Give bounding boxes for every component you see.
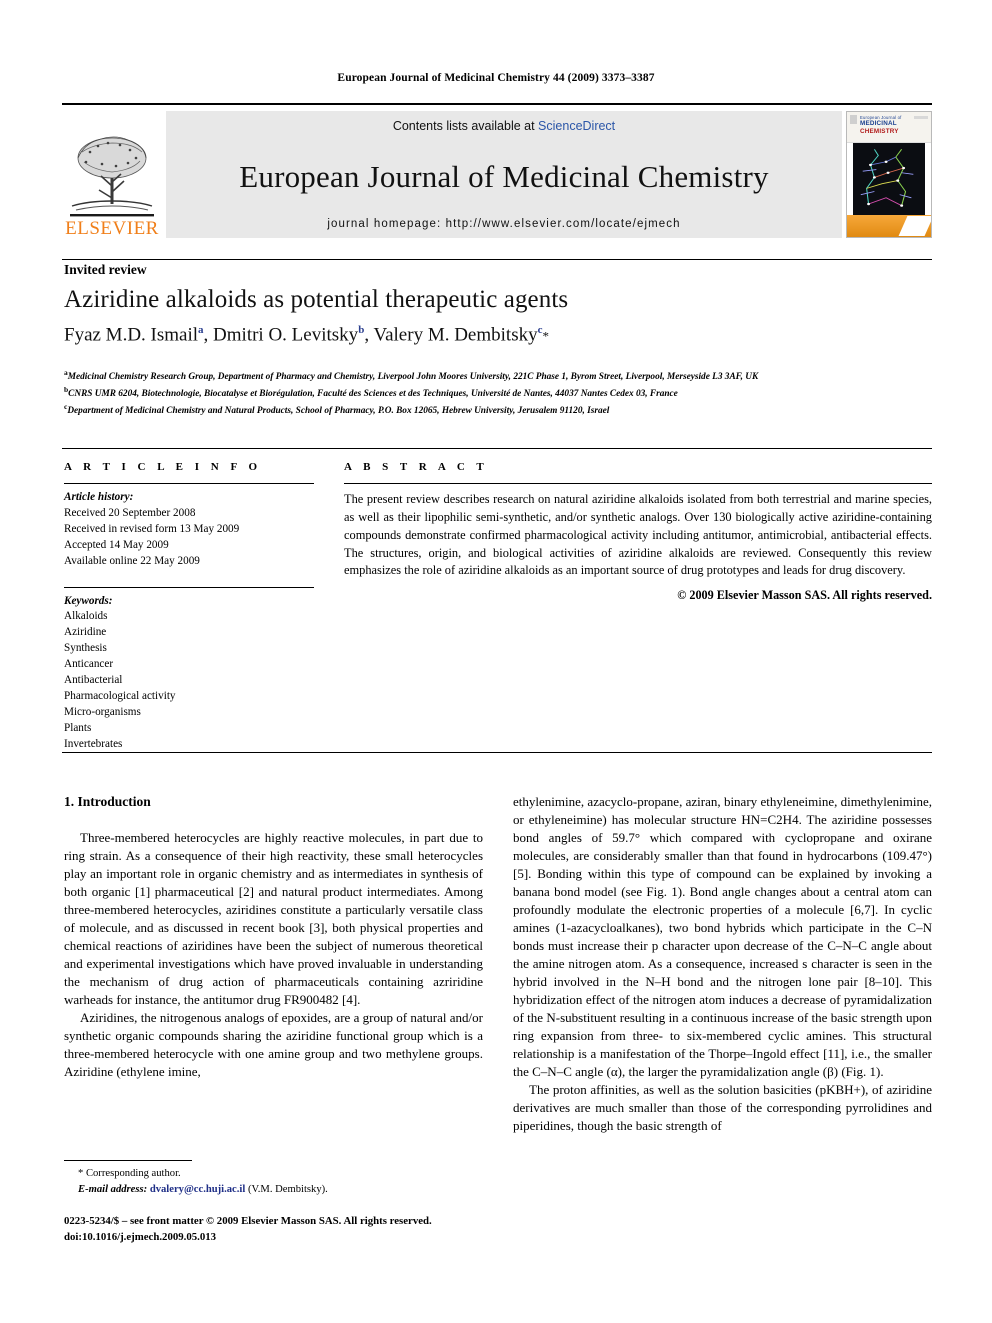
doi-line[interactable]: doi:10.1016/j.ejmech.2009.05.013: [64, 1229, 524, 1245]
journal-cover-thumbnail[interactable]: European Journal of MEDICINAL CHEMISTRY: [846, 111, 932, 238]
keyword-item[interactable]: Aziridine: [64, 625, 314, 641]
article-type-label: Invited review: [64, 262, 147, 277]
header-divider: [62, 259, 932, 260]
cover-corner-mark-icon: [850, 115, 857, 124]
email-address-label: E-mail address:: [78, 1183, 148, 1195]
cover-line-1: European Journal of: [860, 115, 902, 120]
author-affil-marker-2: b: [358, 324, 365, 336]
corresponding-author-marker: *: [542, 328, 550, 344]
keywords-label: Keywords:: [64, 594, 113, 607]
masthead-center-panel: Contents lists available at ScienceDirec…: [166, 111, 842, 238]
cover-bottom-band: [847, 215, 931, 237]
paragraph: ethylenimine, azacyclo-propane, aziran, …: [513, 794, 932, 1079]
article-history-label: Article history:: [64, 491, 134, 503]
author-name-3[interactable]: Valery M. Dembitsky: [373, 324, 537, 345]
corresponding-author-note: * Corresponding author.: [78, 1168, 181, 1179]
journal-masthead: ELSEVIER Contents lists available at Sci…: [62, 103, 932, 238]
cover-title-text: European Journal of MEDICINAL CHEMISTRY: [860, 115, 902, 136]
cover-barcode-icon: [914, 116, 928, 119]
keyword-item[interactable]: Alkaloids: [64, 609, 314, 625]
abstract-column: A B S T R A C T The present review descr…: [344, 461, 932, 603]
keyword-item[interactable]: Micro-organisms: [64, 705, 314, 721]
footnote-block: * Corresponding author. E-mail address: …: [66, 1166, 486, 1197]
elsevier-wordmark: ELSEVIER: [65, 218, 159, 239]
article-info-heading-divider: [64, 483, 314, 484]
info-block-top-divider: [62, 448, 932, 449]
footnote-divider: [64, 1160, 192, 1161]
abstract-copyright: © 2009 Elsevier Masson SAS. All rights r…: [677, 588, 932, 603]
front-matter-line: 0223-5234/$ – see front matter © 2009 El…: [64, 1215, 432, 1227]
section-heading-introduction: 1. Introduction: [64, 794, 151, 809]
affiliation-item: bCNRS UMR 6204, Biotechnologie, Biocatal…: [64, 384, 944, 401]
paragraph: The proton affinities, as well as the so…: [513, 1082, 932, 1133]
affiliation-item: cDepartment of Medicinal Chemistry and N…: [64, 401, 944, 418]
running-head: European Journal of Medicinal Chemistry …: [337, 72, 655, 84]
article-history-block: Article history: Received 20 September 2…: [64, 490, 314, 570]
keyword-item[interactable]: Anticancer: [64, 657, 314, 673]
author-name-1[interactable]: Fyaz M.D. Ismail: [64, 324, 198, 345]
page-title: Aziridine alkaloids as potential therape…: [64, 286, 569, 313]
affiliation-item: aMedicinal Chemistry Research Group, Dep…: [64, 367, 944, 384]
paragraph: Aziridines, the nitrogenous analogs of e…: [64, 1009, 483, 1079]
cover-molecule-icon: [860, 149, 914, 207]
keyword-item[interactable]: Antibacterial: [64, 673, 314, 689]
email-note: E-mail address: dvalery@cc.huji.ac.il (V…: [66, 1182, 486, 1198]
cover-molecule-artwork: [853, 143, 925, 215]
cover-line-3: CHEMISTRY: [860, 128, 899, 136]
elsevier-logo: ELSEVIER: [62, 111, 162, 238]
author-affil-marker-1: a: [198, 324, 204, 336]
keyword-item[interactable]: Pharmacological activity: [64, 689, 314, 705]
history-item: Received 20 September 2008: [64, 506, 196, 519]
author-name-2[interactable]: Dmitri O. Levitsky: [213, 324, 358, 345]
email-owner-text: (V.M. Dembitsky).: [247, 1183, 328, 1195]
info-block-bottom-divider: [62, 752, 932, 753]
author-list: Fyaz M.D. Ismaila, Dmitri O. Levitskyb, …: [64, 324, 549, 346]
body-column-left: 1. Introduction Three-membered heterocyc…: [64, 793, 483, 1081]
front-matter-block: 0223-5234/$ – see front matter © 2009 El…: [64, 1213, 524, 1245]
affiliation-text-b: CNRS UMR 6204, Biotechnologie, Biocataly…: [68, 389, 678, 400]
affiliation-text-a: Medicinal Chemistry Research Group, Depa…: [67, 372, 759, 383]
journal-homepage-link[interactable]: journal homepage: http://www.elsevier.co…: [327, 218, 680, 230]
paragraph: Three-membered heterocycles are highly r…: [64, 829, 483, 1007]
history-item: Available online 22 May 2009: [64, 554, 200, 567]
history-item: Accepted 14 May 2009: [64, 538, 169, 551]
abstract-heading-divider: [344, 483, 932, 484]
affiliation-list: aMedicinal Chemistry Research Group, Dep…: [64, 367, 944, 419]
journal-article-page: European Journal of Medicinal Chemistry …: [0, 0, 992, 1323]
email-address-link[interactable]: dvalery@cc.huji.ac.il: [150, 1184, 245, 1195]
contents-available-line: Contents lists available at ScienceDirec…: [393, 119, 615, 133]
keyword-item[interactable]: Synthesis: [64, 641, 314, 657]
abstract-text: The present review describes research on…: [344, 492, 932, 578]
keyword-item[interactable]: Plants: [64, 721, 314, 737]
keywords-block: Keywords: Alkaloids Aziridine Synthesis …: [64, 594, 314, 753]
journal-title: European Journal of Medicinal Chemistry: [239, 158, 769, 194]
affiliation-text-c: Department of Medicinal Chemistry and Na…: [67, 406, 610, 417]
cover-header-strip: European Journal of MEDICINAL CHEMISTRY: [847, 112, 931, 143]
keywords-divider: [64, 586, 314, 588]
history-item: Received in revised form 13 May 2009: [64, 522, 240, 535]
abstract-heading: A B S T R A C T: [344, 461, 489, 473]
contents-prefix-text: Contents lists available at: [392, 119, 539, 133]
keyword-item[interactable]: Invertebrates: [64, 737, 314, 753]
article-info-column: A R T I C L E I N F O Article history: R…: [64, 461, 314, 753]
cover-line-2: MEDICINAL: [860, 120, 897, 128]
article-info-heading: A R T I C L E I N F O: [64, 461, 262, 473]
elsevier-tree-icon: [70, 136, 154, 217]
sciencedirect-link[interactable]: ScienceDirect: [538, 119, 615, 133]
body-column-right: ethylenimine, azacyclo-propane, aziran, …: [513, 793, 932, 1135]
